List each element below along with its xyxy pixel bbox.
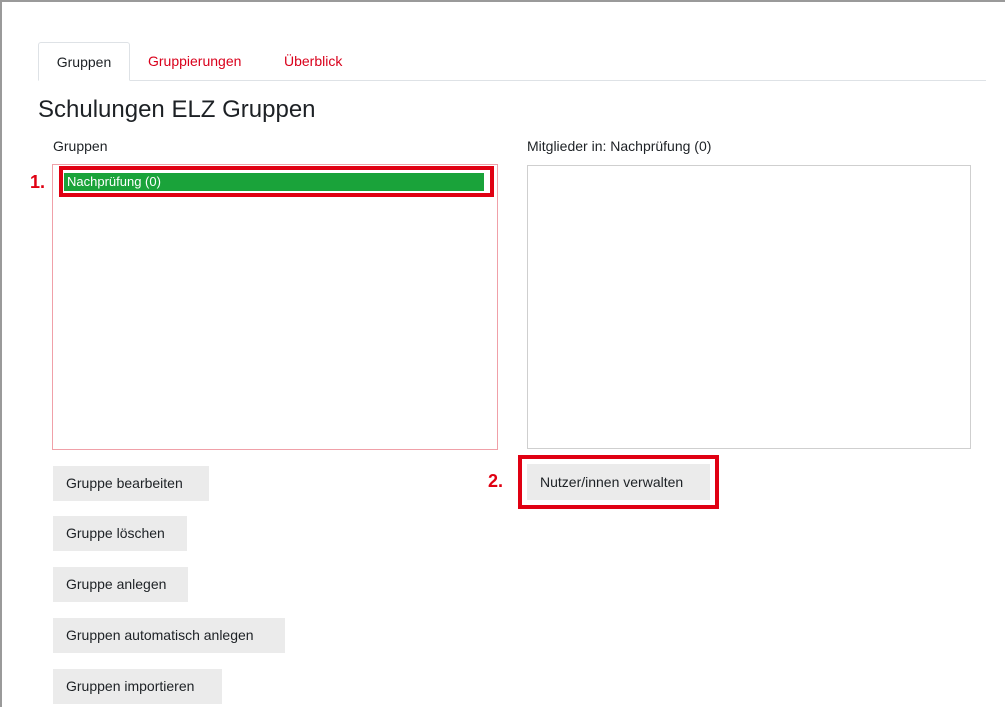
members-listbox[interactable] — [527, 165, 971, 449]
groups-listbox[interactable]: Nachprüfung (0) — [52, 164, 498, 450]
tab-gruppierungen[interactable]: Gruppierungen — [148, 42, 241, 80]
groups-label: Gruppen — [53, 138, 108, 154]
group-tabs: Gruppen Gruppierungen Überblick — [38, 42, 986, 81]
create-group-button[interactable]: Gruppe anlegen — [53, 567, 188, 602]
auto-create-groups-button[interactable]: Gruppen automatisch anlegen — [53, 618, 285, 653]
page-title: Schulungen ELZ Gruppen — [38, 96, 316, 123]
window-frame-top — [0, 0, 1005, 2]
tab-ueberblick[interactable]: Überblick — [284, 42, 342, 80]
edit-group-button[interactable]: Gruppe bearbeiten — [53, 466, 209, 501]
window-frame-left — [0, 0, 2, 707]
tab-gruppen[interactable]: Gruppen — [38, 42, 130, 81]
annotation-highlight-step2 — [518, 455, 719, 509]
delete-group-button[interactable]: Gruppe löschen — [53, 516, 187, 551]
annotation-step2-number: 2. — [488, 471, 504, 491]
annotation-step1-number: 1. — [30, 172, 46, 192]
annotation-highlight-step1 — [59, 166, 494, 197]
import-groups-button[interactable]: Gruppen importieren — [53, 669, 222, 704]
members-label: Mitglieder in: Nachprüfung (0) — [527, 138, 712, 154]
